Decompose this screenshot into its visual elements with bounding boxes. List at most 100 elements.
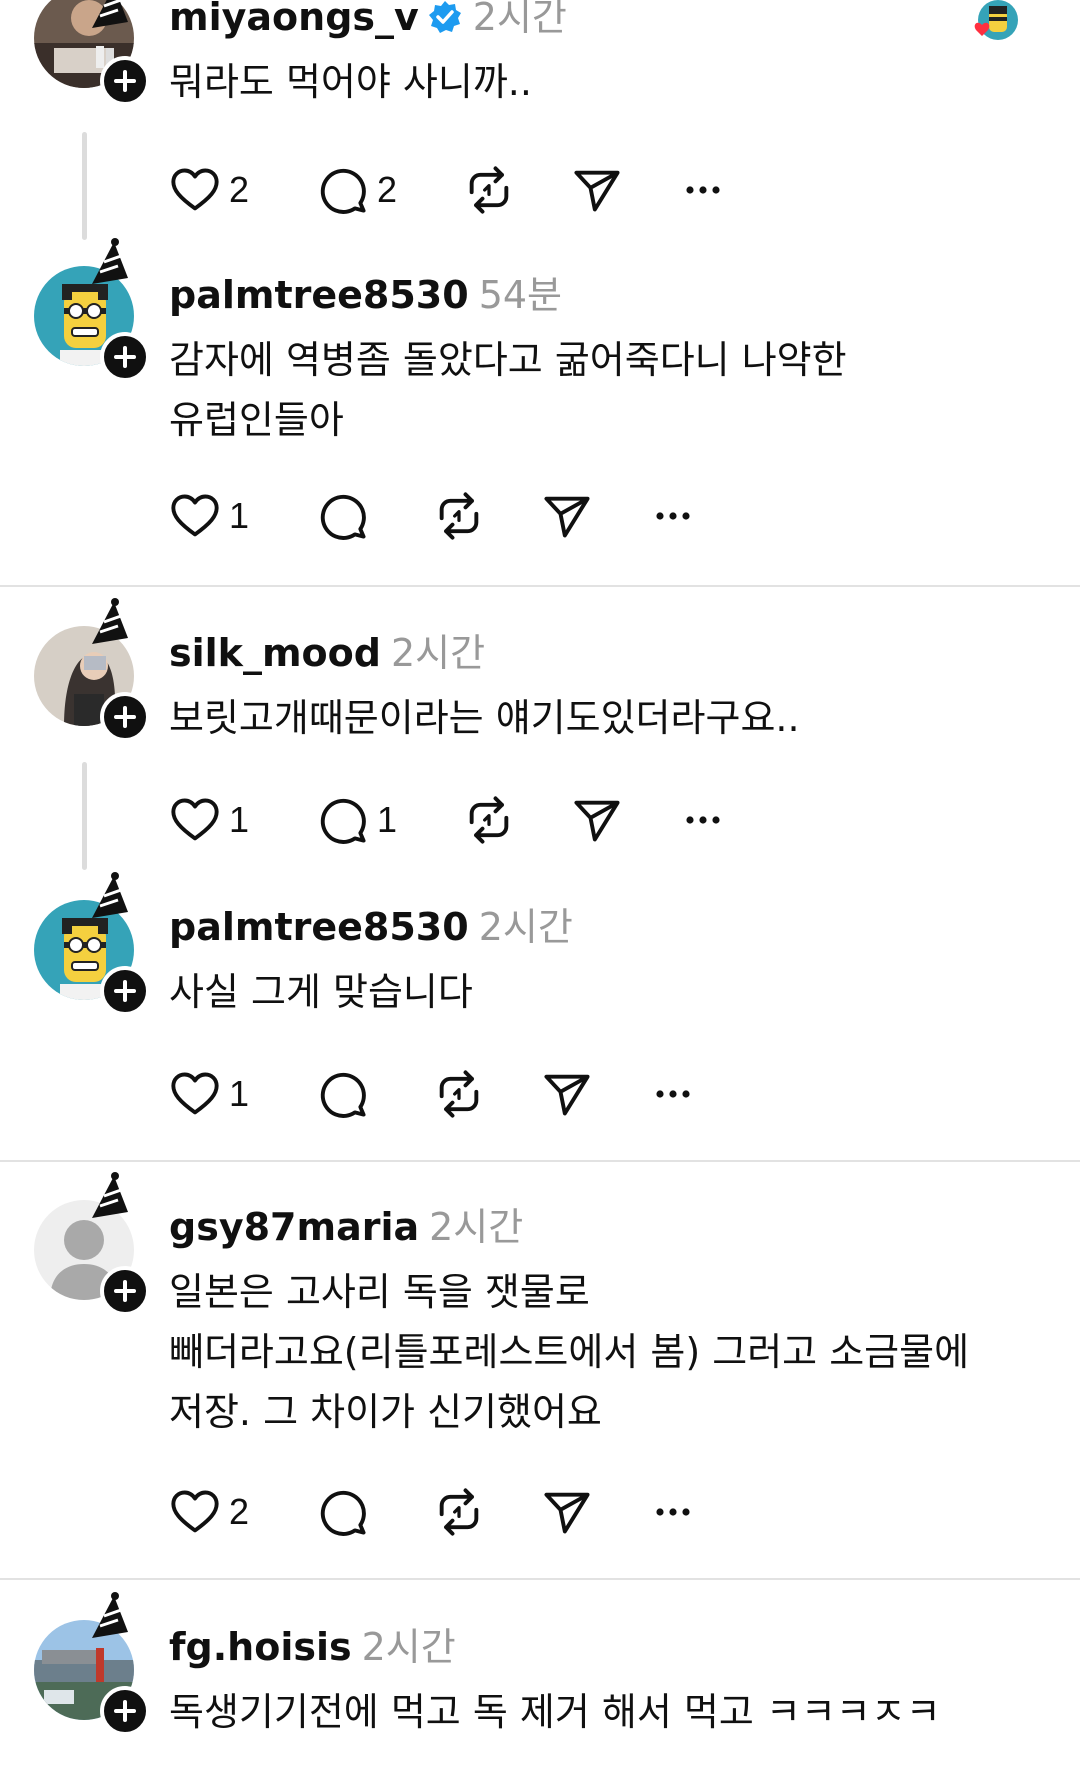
repost-button[interactable] xyxy=(463,792,515,848)
thread-line xyxy=(82,762,87,870)
send-icon xyxy=(574,170,620,212)
timestamp: 54분 xyxy=(478,273,563,317)
share-button[interactable] xyxy=(541,1066,593,1122)
more-icon xyxy=(656,1508,690,1516)
like-count: 2 xyxy=(229,1491,250,1532)
more-button[interactable] xyxy=(677,162,729,218)
post-text-line: 뭐라도 먹어야 사니까.. xyxy=(169,60,532,104)
repost-button[interactable] xyxy=(433,1484,485,1540)
post-text: 감자에 역병좀 돌았다고 굶어죽다니 나약한 유럽인들아 xyxy=(169,330,847,450)
plus-icon[interactable] xyxy=(100,332,150,382)
username[interactable]: palmtree8530 xyxy=(169,273,469,317)
username[interactable]: miyaongs_v xyxy=(169,0,419,39)
username[interactable]: silk_mood xyxy=(169,631,381,675)
username[interactable]: gsy87maria xyxy=(169,1205,419,1249)
more-icon xyxy=(656,1090,690,1098)
more-button[interactable] xyxy=(677,792,729,848)
comment-icon xyxy=(320,1072,366,1118)
like-count: 1 xyxy=(229,799,250,840)
plus-icon[interactable] xyxy=(100,56,150,106)
post-text: 일본은 고사리 독을 잿물로 빼더라고요(리틀포레스트에서 봄) 그러고 소금물… xyxy=(169,1262,969,1442)
reply-button[interactable] xyxy=(317,1066,377,1122)
reply-count: 1 xyxy=(377,799,398,840)
action-bar: 2 xyxy=(169,1484,769,1540)
plus-icon[interactable] xyxy=(100,692,150,742)
like-button[interactable]: 2 xyxy=(169,162,249,218)
party-hat-icon xyxy=(92,1592,128,1638)
post-text-line: 빼더라고요(리틀포레스트에서 봄) 그러고 소금물에 xyxy=(169,1330,970,1374)
username[interactable]: fg.hoisis xyxy=(169,1625,352,1669)
timestamp: 2시간 xyxy=(478,905,573,949)
like-button[interactable]: 1 xyxy=(169,792,249,848)
reply-button[interactable]: 2 xyxy=(317,162,397,218)
heart-icon xyxy=(171,168,219,211)
more-button[interactable] xyxy=(647,1484,699,1540)
post-text-line: 일본은 고사리 독을 잿물로 xyxy=(169,1270,590,1314)
post-text: 독생기기전에 먹고 독 제거 해서 먹고 ㅋㅋㅋㅈㅋ xyxy=(169,1682,941,1742)
action-bar: 2 2 xyxy=(169,162,769,218)
post-header: palmtree8530 54분 xyxy=(169,272,562,318)
like-count: 2 xyxy=(229,169,250,210)
divider xyxy=(0,1578,1080,1580)
divider xyxy=(0,1160,1080,1162)
post-header: palmtree8530 2시간 xyxy=(169,904,573,950)
reply-button[interactable]: 1 xyxy=(317,792,397,848)
post-text: 사실 그게 맞습니다 xyxy=(169,962,473,1022)
party-hat-icon xyxy=(92,872,128,918)
post-header: gsy87maria 2시간 xyxy=(169,1204,523,1250)
more-icon xyxy=(656,512,690,520)
post-text: 보릿고개때문이라는 얘기도있더라구요.. xyxy=(169,688,800,748)
party-hat-icon xyxy=(92,0,128,28)
timestamp: 2시간 xyxy=(429,1205,524,1249)
repost-button[interactable] xyxy=(433,488,485,544)
plus-icon[interactable] xyxy=(100,1266,150,1316)
comment-icon xyxy=(320,798,366,844)
post-text-line: 유럽인들아 xyxy=(169,398,344,442)
repost-icon xyxy=(439,1070,479,1118)
reply-button[interactable] xyxy=(317,488,377,544)
post-header: silk_mood 2시간 xyxy=(169,630,485,676)
repost-icon xyxy=(439,492,479,540)
plus-icon[interactable] xyxy=(100,966,150,1016)
more-button[interactable] xyxy=(647,488,699,544)
repost-button[interactable] xyxy=(463,162,515,218)
like-button[interactable]: 1 xyxy=(169,1066,249,1122)
thread-line xyxy=(82,132,87,240)
liked-by-avatar[interactable] xyxy=(972,0,1018,46)
like-button[interactable]: 1 xyxy=(169,488,249,544)
action-bar: 1 xyxy=(169,1066,769,1122)
more-icon xyxy=(686,186,720,194)
post-text-line: 감자에 역병좀 돌았다고 굶어죽다니 나약한 xyxy=(169,338,847,382)
share-button[interactable] xyxy=(571,792,623,848)
comment-icon xyxy=(320,494,366,540)
send-icon xyxy=(544,1492,590,1534)
divider xyxy=(0,585,1080,587)
like-button[interactable]: 2 xyxy=(169,1484,249,1540)
timestamp: 2시간 xyxy=(361,1625,456,1669)
repost-icon xyxy=(439,1488,479,1536)
comment-icon xyxy=(320,168,366,214)
post-text-line: 보릿고개때문이라는 얘기도있더라구요.. xyxy=(169,696,800,740)
party-hat-icon xyxy=(92,1172,128,1218)
heart-icon xyxy=(171,798,219,841)
like-count: 1 xyxy=(229,495,250,536)
heart-icon xyxy=(171,494,219,537)
share-button[interactable] xyxy=(571,162,623,218)
share-button[interactable] xyxy=(541,1484,593,1540)
username[interactable]: palmtree8530 xyxy=(169,905,469,949)
party-hat-icon xyxy=(92,238,128,284)
reply-button[interactable] xyxy=(317,1484,377,1540)
timestamp: 2시간 xyxy=(390,631,486,675)
more-button[interactable] xyxy=(647,1066,699,1122)
repost-button[interactable] xyxy=(433,1066,485,1122)
action-bar: 1 xyxy=(169,488,769,544)
timestamp: 2시간 xyxy=(472,0,567,39)
post-header: fg.hoisis 2시간 xyxy=(169,1624,456,1670)
reply-count: 2 xyxy=(377,169,398,210)
send-icon xyxy=(544,496,590,538)
post-text-line: 사실 그게 맞습니다 xyxy=(169,970,473,1014)
post-text: 뭐라도 먹어야 사니까.. xyxy=(169,52,532,112)
heart-icon xyxy=(171,1490,219,1533)
share-button[interactable] xyxy=(541,488,593,544)
plus-icon[interactable] xyxy=(100,1686,150,1736)
